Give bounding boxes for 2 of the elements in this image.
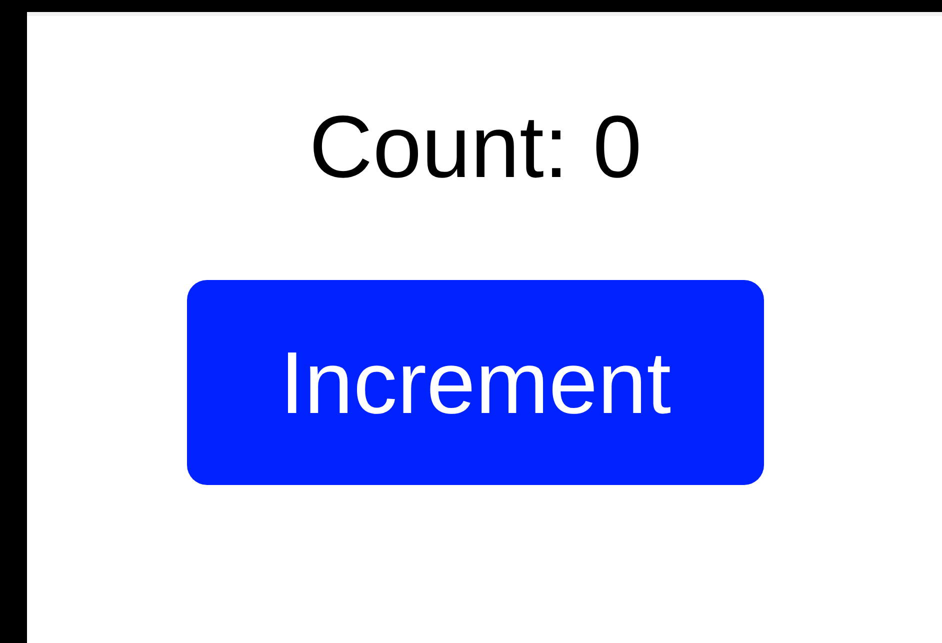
increment-button[interactable]: Increment — [187, 280, 764, 485]
count-label: Count: 0 — [309, 96, 642, 198]
